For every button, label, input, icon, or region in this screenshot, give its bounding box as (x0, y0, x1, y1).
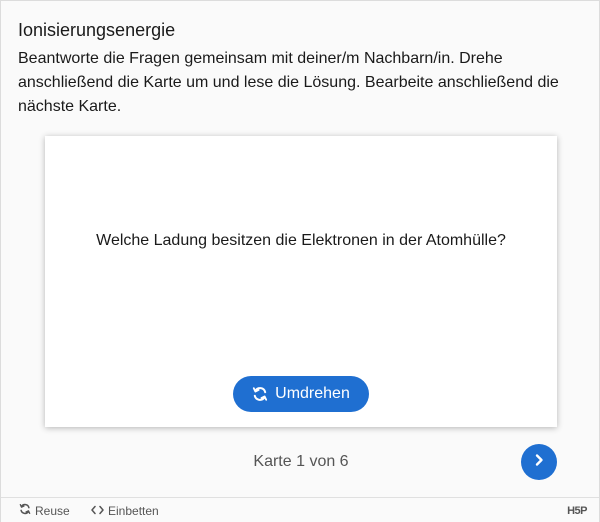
card-progress: Karte 1 von 6 (253, 453, 349, 470)
turn-card-label: Umdrehen (275, 385, 350, 402)
h5p-container: Ionisierungsenergie Beantworte die Frage… (0, 0, 600, 522)
embed-button[interactable]: Einbetten (91, 498, 159, 522)
footer-bar: Reuse Einbetten H5P (1, 497, 599, 522)
reuse-icon (19, 503, 31, 518)
refresh-icon (252, 386, 268, 402)
code-icon (91, 504, 104, 518)
flashcard: Welche Ladung besitzen die Elektronen in… (45, 136, 557, 427)
card-question: Welche Ladung besitzen die Elektronen in… (96, 232, 506, 249)
reuse-label: Reuse (35, 503, 70, 518)
next-card-button[interactable] (521, 444, 557, 480)
turn-card-button[interactable]: Umdrehen (233, 376, 369, 412)
content-area: Ionisierungsenergie Beantworte die Frage… (1, 1, 599, 497)
chevron-right-icon (532, 453, 546, 472)
h5p-logo[interactable]: H5P (567, 498, 587, 522)
reuse-button[interactable]: Reuse (19, 498, 70, 522)
embed-label: Einbetten (108, 503, 159, 518)
task-description: Beantworte die Fragen gemeinsam mit dein… (18, 50, 559, 115)
page-title: Ionisierungsenergie (18, 20, 176, 40)
